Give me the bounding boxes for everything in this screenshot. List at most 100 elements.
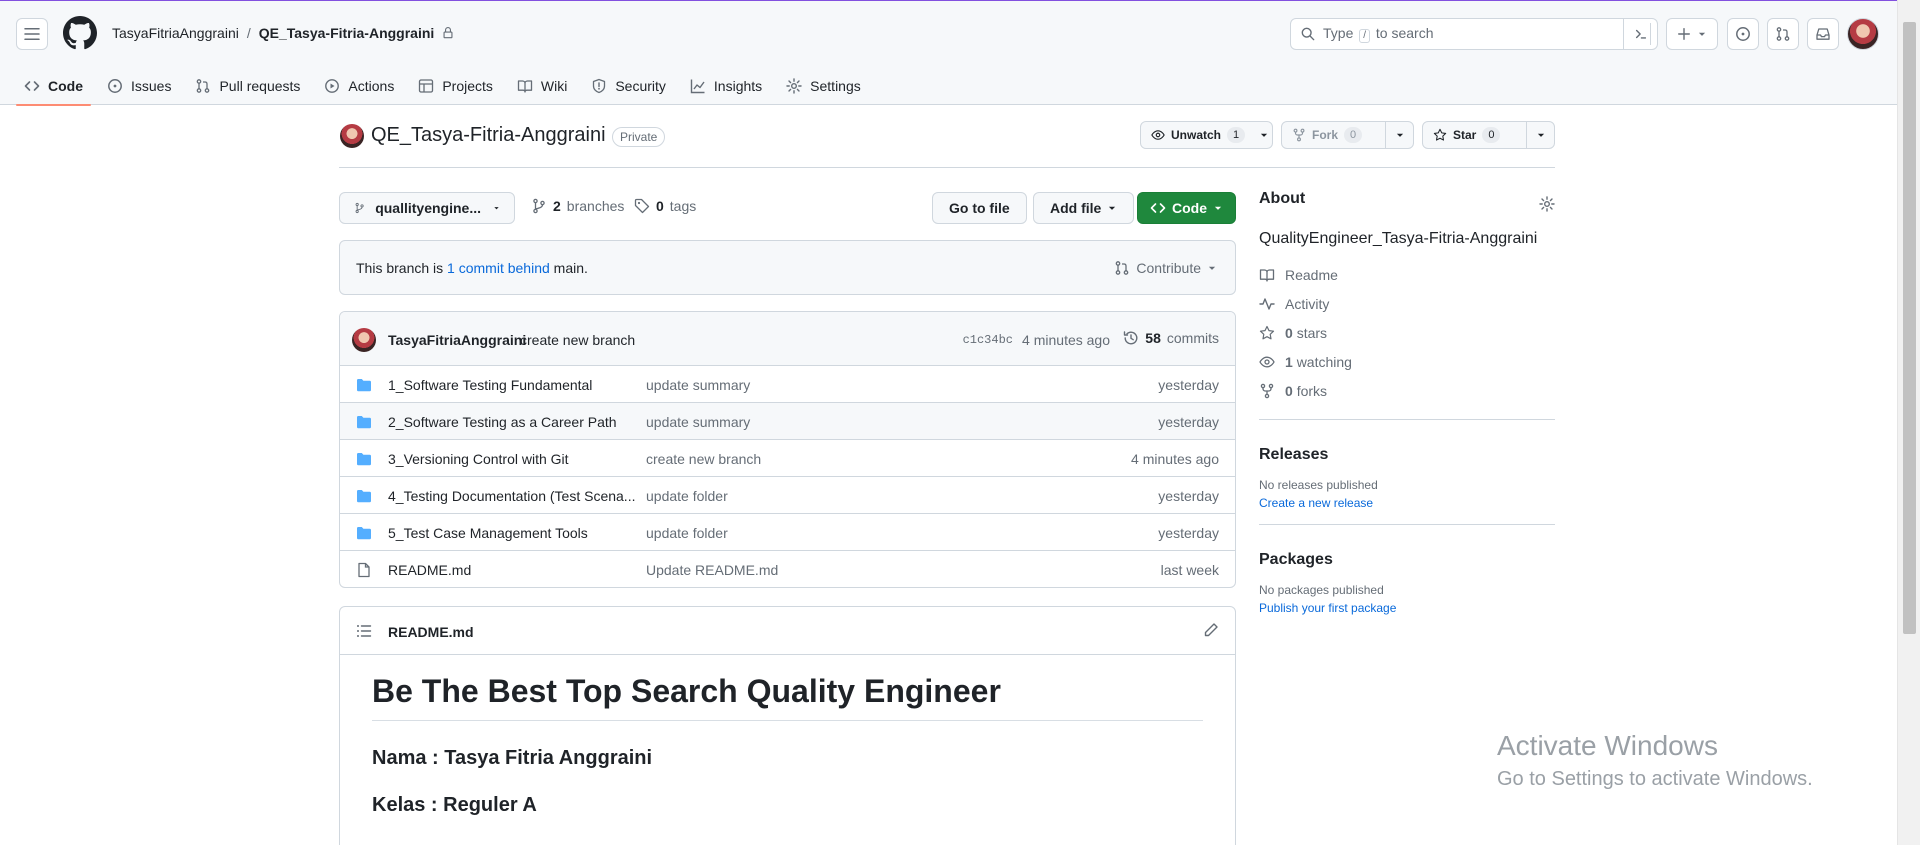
- watching-link[interactable]: 1 watching: [1259, 347, 1555, 376]
- branches-count: 2: [553, 198, 561, 214]
- pencil-icon[interactable]: [1203, 622, 1219, 638]
- create-new-button[interactable]: [1666, 18, 1718, 50]
- user-avatar[interactable]: [1847, 18, 1879, 50]
- create-release-link[interactable]: Create a new release: [1259, 496, 1555, 510]
- star-dropdown[interactable]: [1526, 122, 1554, 148]
- table-row[interactable]: README.md Update README.md last week: [340, 551, 1235, 587]
- tab-code[interactable]: Code: [16, 67, 91, 106]
- history-icon: [1124, 331, 1138, 345]
- repo-sidebar: About QualityEngineer_Tasya-Fitria-Anggr…: [1259, 190, 1555, 615]
- github-logo-icon[interactable]: [63, 16, 97, 50]
- branch-status-text: This branch is 1 commit behind main.: [356, 260, 588, 276]
- page-scrollbar[interactable]: [1897, 0, 1920, 845]
- search-input[interactable]: Type / to search: [1290, 18, 1658, 50]
- commit-author[interactable]: TasyaFitriaAnggraini: [388, 332, 526, 348]
- table-row[interactable]: 1_Software Testing Fundamental update su…: [340, 366, 1235, 403]
- menu-button[interactable]: [16, 18, 48, 50]
- branch-selector[interactable]: quallityengine...: [339, 192, 515, 224]
- tab-insights[interactable]: Insights: [682, 67, 770, 105]
- go-to-file-button[interactable]: Go to file: [932, 192, 1027, 224]
- list-icon[interactable]: [356, 623, 372, 639]
- star-count: 0: [1482, 127, 1501, 143]
- table-row[interactable]: 3_Versioning Control with Git create new…: [340, 440, 1235, 477]
- branches-link[interactable]: 2 branches: [531, 198, 624, 214]
- contribute-label: Contribute: [1136, 260, 1201, 276]
- chevron-down-icon: [1698, 32, 1706, 36]
- table-row[interactable]: 2_Software Testing as a Career Path upda…: [340, 403, 1235, 440]
- owner-avatar[interactable]: [340, 124, 364, 148]
- file-name[interactable]: 5_Test Case Management Tools: [388, 525, 588, 541]
- tab-projects[interactable]: Projects: [410, 67, 501, 105]
- breadcrumb-separator: /: [246, 25, 251, 41]
- watching-count: 1: [1285, 353, 1293, 370]
- commit-time: 4 minutes ago: [1022, 332, 1110, 348]
- table-row[interactable]: 4_Testing Documentation (Test Scena... u…: [340, 477, 1235, 514]
- tab-wiki[interactable]: Wiki: [509, 67, 575, 105]
- contribute-button[interactable]: Contribute: [1114, 260, 1217, 276]
- repo-title[interactable]: QE_Tasya-Fitria-Anggraini: [371, 124, 606, 147]
- command-palette-button[interactable]: [1623, 19, 1657, 49]
- file-commit-message[interactable]: create new branch: [646, 451, 761, 467]
- tab-label: Security: [615, 78, 666, 94]
- inbox-button[interactable]: [1807, 18, 1839, 50]
- fork-button[interactable]: Fork 0: [1281, 121, 1414, 149]
- chevron-down-icon: [1208, 266, 1216, 270]
- file-commit-message[interactable]: update folder: [646, 488, 728, 504]
- commit-author-avatar[interactable]: [352, 328, 376, 352]
- branch-icon: [355, 202, 364, 214]
- breadcrumb-repo-link[interactable]: QE_Tasya-Fitria-Anggraini: [259, 25, 435, 41]
- forks-link[interactable]: 0 forks: [1259, 376, 1555, 405]
- tab-settings[interactable]: Settings: [778, 67, 869, 105]
- folder-icon: [357, 379, 371, 392]
- file-commit-message[interactable]: update summary: [646, 414, 750, 430]
- tab-pull-requests[interactable]: Pull requests: [187, 67, 308, 105]
- gear-icon[interactable]: [1539, 196, 1555, 212]
- tags-link[interactable]: 0 tags: [634, 198, 696, 214]
- file-name[interactable]: 1_Software Testing Fundamental: [388, 377, 592, 393]
- fork-icon: [1260, 383, 1274, 398]
- readme-class-line: Kelas : Reguler A: [372, 794, 537, 816]
- file-name[interactable]: 2_Software Testing as a Career Path: [388, 414, 617, 430]
- publish-package-link[interactable]: Publish your first package: [1259, 601, 1555, 615]
- forks-count: 0: [1285, 382, 1293, 399]
- repository-header: QE_Tasya-Fitria-Anggraini Private Unwatc…: [339, 118, 1555, 168]
- chevron-down-icon: [1396, 133, 1403, 137]
- pull-requests-button[interactable]: [1767, 18, 1799, 50]
- tab-security[interactable]: Security: [583, 67, 674, 105]
- file-commit-message[interactable]: update summary: [646, 377, 750, 393]
- file-commit-message[interactable]: Update README.md: [646, 562, 778, 578]
- commits-behind-link[interactable]: 1 commit behind: [447, 260, 550, 276]
- releases-heading[interactable]: Releases: [1259, 446, 1555, 464]
- add-file-button[interactable]: Add file: [1033, 192, 1135, 224]
- readme-title[interactable]: README.md: [388, 624, 474, 640]
- code-button[interactable]: Code: [1137, 192, 1236, 224]
- branch-status-banner: This branch is 1 commit behind main. Con…: [339, 240, 1236, 295]
- readme-link[interactable]: Readme: [1259, 260, 1555, 289]
- issues-button[interactable]: [1727, 18, 1759, 50]
- file-commit-message[interactable]: update folder: [646, 525, 728, 541]
- sidebar-divider: [1259, 524, 1555, 525]
- watch-dropdown[interactable]: [1255, 122, 1272, 148]
- tab-label: Projects: [442, 78, 493, 94]
- tab-issues[interactable]: Issues: [99, 67, 179, 105]
- breadcrumb-owner-link[interactable]: TasyaFitriaAnggraini: [112, 25, 239, 41]
- commits-history-link[interactable]: 58 commits: [1123, 330, 1219, 346]
- file-name[interactable]: 4_Testing Documentation (Test Scena...: [388, 488, 635, 504]
- commit-sha[interactable]: c1c34bc: [963, 333, 1013, 347]
- unwatch-button[interactable]: Unwatch 1: [1140, 121, 1273, 149]
- folder-icon: [357, 416, 371, 429]
- file-name[interactable]: README.md: [388, 562, 471, 578]
- breadcrumb: TasyaFitriaAnggraini / QE_Tasya-Fitria-A…: [112, 25, 454, 41]
- tab-actions[interactable]: Actions: [316, 67, 402, 105]
- packages-heading[interactable]: Packages: [1259, 551, 1555, 569]
- tab-label: Settings: [810, 78, 861, 94]
- table-row[interactable]: 5_Test Case Management Tools update fold…: [340, 514, 1235, 551]
- star-button[interactable]: Star 0: [1422, 121, 1555, 149]
- stars-link[interactable]: 0 stars: [1259, 318, 1555, 347]
- fork-dropdown[interactable]: [1385, 122, 1413, 148]
- activity-link[interactable]: Activity: [1259, 289, 1555, 318]
- readme-content: Be The Best Top Search Quality Engineer …: [340, 655, 1235, 845]
- commit-message[interactable]: create new branch: [520, 332, 635, 348]
- file-name[interactable]: 3_Versioning Control with Git: [388, 451, 569, 467]
- scrollbar-thumb[interactable]: [1903, 22, 1916, 634]
